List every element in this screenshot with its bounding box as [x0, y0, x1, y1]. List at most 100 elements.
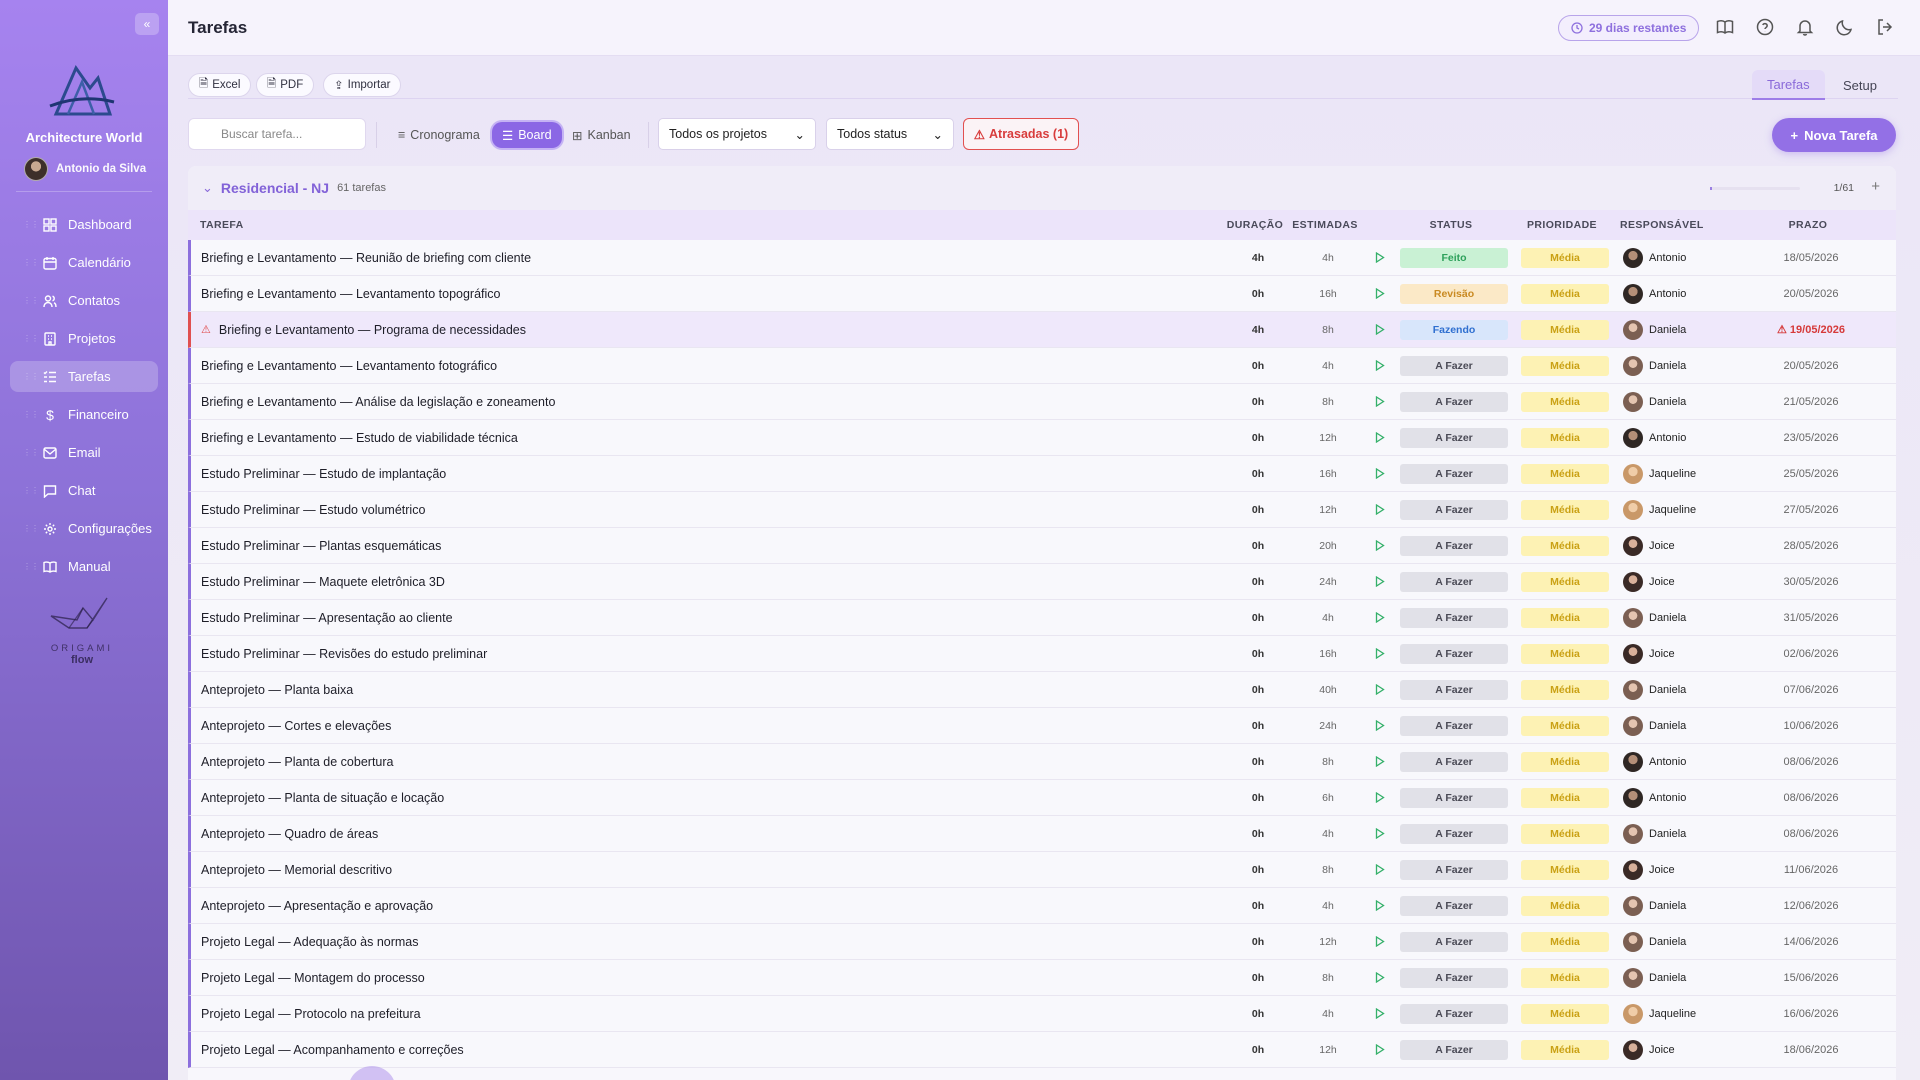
task-name[interactable]: Anteprojeto — Planta de situação e locaç…: [191, 791, 1225, 805]
task-name[interactable]: Briefing e Levantamento — Reunião de bri…: [191, 251, 1225, 265]
table-row[interactable]: Anteprojeto — Apresentação e aprovação 0h…: [188, 888, 1896, 924]
group-header[interactable]: ⌄ Residencial - NJ 61 tarefas 1/61 +: [188, 166, 1896, 210]
drag-handle-icon[interactable]: ⋮⋮: [23, 562, 39, 571]
table-row[interactable]: Briefing e Levantamento — Estudo de viab…: [188, 420, 1896, 456]
current-user[interactable]: Antonio da Silva: [24, 157, 146, 181]
table-row[interactable]: Estudo Preliminar — Maquete eletrônica 3…: [188, 564, 1896, 600]
owner-cell[interactable]: Daniela: [1617, 895, 1741, 916]
start-timer-button[interactable]: [1365, 324, 1395, 335]
status-filter-select[interactable]: Todos status ⌄: [826, 118, 954, 150]
sidebar-item-calendario[interactable]: ⋮⋮ Calendário: [10, 247, 158, 278]
task-name[interactable]: Anteprojeto — Memorial descritivo: [191, 863, 1225, 877]
task-name[interactable]: Anteprojeto — Planta de cobertura: [191, 755, 1225, 769]
table-row[interactable]: Projeto Legal — Acompanhamento e correçõ…: [188, 1032, 1896, 1068]
start-timer-button[interactable]: [1365, 612, 1395, 623]
priority-badge[interactable]: Média: [1521, 895, 1609, 916]
status-badge[interactable]: Revisão: [1400, 283, 1508, 304]
task-name[interactable]: Projeto Legal — Acompanhamento e correçõ…: [191, 1043, 1225, 1057]
task-name[interactable]: Briefing e Levantamento — Análise da leg…: [191, 395, 1225, 409]
start-timer-button[interactable]: [1365, 1008, 1395, 1019]
status-badge[interactable]: A Fazer: [1400, 931, 1508, 952]
help-button[interactable]: [1754, 16, 1776, 38]
owner-cell[interactable]: Antonio: [1617, 247, 1741, 268]
priority-badge[interactable]: Média: [1521, 355, 1609, 376]
table-row[interactable]: Estudo Preliminar — Estudo volumétrico 0h…: [188, 492, 1896, 528]
status-badge[interactable]: A Fazer: [1400, 499, 1508, 520]
status-badge[interactable]: A Fazer: [1400, 571, 1508, 592]
start-timer-button[interactable]: [1365, 828, 1395, 839]
table-row[interactable]: Projeto Legal — Adequação às normas 0h 12h…: [188, 924, 1896, 960]
col-status[interactable]: STATUS: [1392, 219, 1510, 231]
task-name[interactable]: Briefing e Levantamento — Levantamento f…: [191, 359, 1225, 373]
col-owner[interactable]: RESPONSÁVEL: [1614, 219, 1738, 231]
priority-badge[interactable]: Média: [1521, 427, 1609, 448]
status-badge[interactable]: A Fazer: [1400, 1039, 1508, 1060]
drag-handle-icon[interactable]: ⋮⋮: [23, 258, 39, 267]
owner-cell[interactable]: Joice: [1617, 643, 1741, 664]
owner-cell[interactable]: Jaqueline: [1617, 1003, 1741, 1024]
start-timer-button[interactable]: [1365, 540, 1395, 551]
task-name[interactable]: Anteprojeto — Cortes e elevações: [191, 719, 1225, 733]
table-row[interactable]: Estudo Preliminar — Plantas esquemáticas…: [188, 528, 1896, 564]
table-row[interactable]: Anteprojeto — Memorial descritivo 0h 8h A F…: [188, 852, 1896, 888]
status-badge[interactable]: A Fazer: [1400, 427, 1508, 448]
chevron-down-icon[interactable]: ⌄: [202, 180, 213, 196]
status-badge[interactable]: A Fazer: [1400, 535, 1508, 556]
task-name[interactable]: Briefing e Levantamento — Estudo de viab…: [191, 431, 1225, 445]
table-row[interactable]: Anteprojeto — Planta de cobertura 0h 8h A F…: [188, 744, 1896, 780]
start-timer-button[interactable]: [1365, 576, 1395, 587]
task-name[interactable]: Anteprojeto — Planta baixa: [191, 683, 1225, 697]
priority-badge[interactable]: Média: [1521, 463, 1609, 484]
start-timer-button[interactable]: [1365, 648, 1395, 659]
status-badge[interactable]: A Fazer: [1400, 751, 1508, 772]
export-excel-button[interactable]: 🗎 Excel: [188, 73, 252, 97]
owner-cell[interactable]: Joice: [1617, 535, 1741, 556]
task-name[interactable]: Estudo Preliminar — Plantas esquemáticas: [191, 539, 1225, 553]
owner-cell[interactable]: Joice: [1617, 1039, 1741, 1060]
notifications-button[interactable]: [1794, 16, 1816, 38]
priority-badge[interactable]: Média: [1521, 679, 1609, 700]
owner-cell[interactable]: Daniela: [1617, 823, 1741, 844]
table-row[interactable]: Estudo Preliminar — Apresentação ao clie…: [188, 600, 1896, 636]
status-badge[interactable]: A Fazer: [1400, 355, 1508, 376]
table-row[interactable]: Briefing e Levantamento — Análise da leg…: [188, 384, 1896, 420]
status-badge[interactable]: Fazendo: [1400, 319, 1508, 340]
owner-cell[interactable]: Daniela: [1617, 391, 1741, 412]
owner-cell[interactable]: Jaqueline: [1617, 499, 1741, 520]
owner-cell[interactable]: Jaqueline: [1617, 463, 1741, 484]
sidebar-item-chat[interactable]: ⋮⋮ Chat: [10, 475, 158, 506]
priority-badge[interactable]: Média: [1521, 319, 1609, 340]
owner-cell[interactable]: Antonio: [1617, 427, 1741, 448]
priority-badge[interactable]: Média: [1521, 535, 1609, 556]
table-row[interactable]: Briefing e Levantamento — Levantamento f…: [188, 348, 1896, 384]
table-row[interactable]: Briefing e Levantamento — Levantamento t…: [188, 276, 1896, 312]
start-timer-button[interactable]: [1365, 432, 1395, 443]
priority-badge[interactable]: Média: [1521, 859, 1609, 880]
owner-cell[interactable]: Daniela: [1617, 967, 1741, 988]
drag-handle-icon[interactable]: ⋮⋮: [23, 486, 39, 495]
start-timer-button[interactable]: [1365, 972, 1395, 983]
table-row[interactable]: Estudo Preliminar — Revisões do estudo p…: [188, 636, 1896, 672]
status-badge[interactable]: Feito: [1400, 247, 1508, 268]
owner-cell[interactable]: Daniela: [1617, 355, 1741, 376]
drag-handle-icon[interactable]: ⋮⋮: [23, 220, 39, 229]
task-name[interactable]: Estudo Preliminar — Revisões do estudo p…: [191, 647, 1225, 661]
start-timer-button[interactable]: [1365, 288, 1395, 299]
priority-badge[interactable]: Média: [1521, 499, 1609, 520]
search-input[interactable]: Buscar tarefa...: [188, 118, 366, 150]
task-name[interactable]: Projeto Legal — Protocolo na prefeitura: [191, 1007, 1225, 1021]
owner-cell[interactable]: Daniela: [1617, 679, 1741, 700]
start-timer-button[interactable]: [1365, 504, 1395, 515]
logout-button[interactable]: [1874, 16, 1896, 38]
status-badge[interactable]: A Fazer: [1400, 787, 1508, 808]
table-row[interactable]: Projeto Legal — Protocolo na prefeitura 0…: [188, 996, 1896, 1032]
task-name[interactable]: Estudo Preliminar — Estudo de implantaçã…: [191, 467, 1225, 481]
collapse-sidebar-button[interactable]: «: [135, 13, 159, 35]
owner-cell[interactable]: Antonio: [1617, 283, 1741, 304]
start-timer-button[interactable]: [1365, 360, 1395, 371]
sidebar-item-manual[interactable]: ⋮⋮ Manual: [10, 551, 158, 582]
start-timer-button[interactable]: [1365, 252, 1395, 263]
priority-badge[interactable]: Média: [1521, 967, 1609, 988]
owner-cell[interactable]: Antonio: [1617, 751, 1741, 772]
manual-button[interactable]: [1714, 16, 1736, 38]
